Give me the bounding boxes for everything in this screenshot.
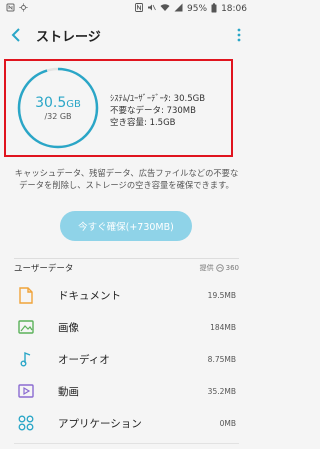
list-item-label: オーディオ bbox=[58, 353, 110, 366]
signal-icon bbox=[174, 3, 183, 15]
list-item-size: 35.2MB bbox=[207, 386, 236, 396]
list-item-size: 0MB bbox=[219, 418, 236, 428]
brightness-icon bbox=[19, 3, 28, 15]
image-icon bbox=[17, 318, 35, 336]
clock: 18:06 bbox=[221, 4, 247, 14]
battery-icon bbox=[211, 2, 217, 16]
list-item-video[interactable]: 動画 35.2MB bbox=[0, 376, 253, 406]
list-item-label: 画像 bbox=[58, 321, 79, 334]
document-icon bbox=[17, 286, 35, 304]
nfc-icon bbox=[135, 3, 143, 15]
list-item-documents[interactable]: ドキュメント 19.5MB bbox=[0, 280, 253, 310]
powered-by: 提供 360 bbox=[199, 264, 239, 272]
section-title: ユーザーデータ bbox=[14, 264, 74, 274]
list-item-label: 動画 bbox=[58, 385, 79, 398]
list-item-size: 19.5MB bbox=[207, 290, 236, 300]
section-divider bbox=[14, 258, 239, 259]
360-logo-icon bbox=[215, 264, 224, 272]
more-vert-icon bbox=[237, 28, 241, 42]
user-data-section-header: ユーザーデータ 提供 360 bbox=[14, 262, 239, 274]
list-item-size: 8.75MB bbox=[207, 354, 236, 364]
more-options-button[interactable] bbox=[231, 25, 247, 45]
status-bar: 95% 18:06 bbox=[0, 0, 253, 18]
wifi-icon bbox=[160, 3, 170, 15]
list-item-applications[interactable]: アプリケーション 0MB bbox=[0, 408, 253, 438]
list-item-size: 184MB bbox=[210, 322, 236, 332]
list-item-audio[interactable]: オーディオ 8.75MB bbox=[0, 344, 253, 374]
highlight-box bbox=[4, 59, 233, 157]
list-item-label: ドキュメント bbox=[58, 289, 121, 302]
description-text: キャッシュデータ、残留データ、広告ファイルなどの不要なデータを削除し、ストレージ… bbox=[14, 168, 239, 190]
battery-percent: 95% bbox=[187, 4, 208, 14]
free-up-now-button[interactable]: 今すぐ確保(+730MB) bbox=[60, 211, 192, 241]
page-title: ストレージ bbox=[36, 29, 101, 45]
video-icon bbox=[17, 382, 35, 400]
apps-icon bbox=[17, 414, 35, 432]
mute-icon bbox=[147, 3, 156, 15]
app-bar: ストレージ bbox=[0, 18, 253, 52]
music-note-icon bbox=[17, 350, 35, 368]
back-button[interactable] bbox=[6, 25, 26, 45]
notification-icon bbox=[6, 3, 15, 15]
list-divider bbox=[14, 443, 239, 444]
chevron-left-icon bbox=[11, 28, 20, 42]
list-item-label: アプリケーション bbox=[58, 417, 142, 430]
list-item-images[interactable]: 画像 184MB bbox=[0, 312, 253, 342]
